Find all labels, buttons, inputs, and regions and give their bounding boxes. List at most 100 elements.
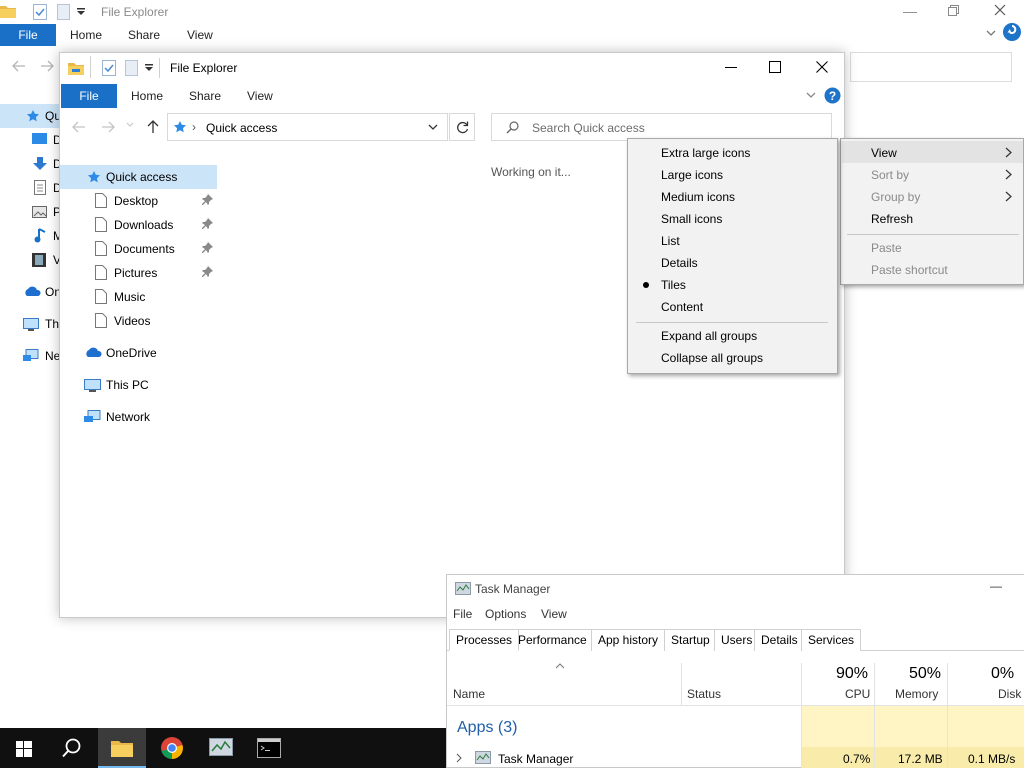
forward-arrow-icon[interactable] xyxy=(101,121,115,133)
menu-item-group-by[interactable]: Group by xyxy=(871,190,920,204)
minimize-icon[interactable] xyxy=(725,67,737,69)
nav-item-downloads[interactable]: Downloads xyxy=(60,213,217,237)
command-prompt-taskbar-button[interactable] xyxy=(245,728,293,768)
tab-performance[interactable]: Performance xyxy=(511,629,594,651)
forward-arrow-icon[interactable] xyxy=(40,60,54,72)
search-button[interactable] xyxy=(48,728,96,768)
share-tab[interactable]: Share xyxy=(189,85,221,107)
up-arrow-icon[interactable] xyxy=(147,120,159,134)
collapse-all-groups[interactable]: Collapse all groups xyxy=(661,351,763,365)
background-file-tab[interactable]: File xyxy=(0,24,56,46)
nav-this-pc[interactable]: This PC xyxy=(60,373,217,397)
refresh-button[interactable] xyxy=(449,113,475,141)
minimize-icon[interactable]: — xyxy=(990,579,1002,593)
minimize-icon[interactable]: — xyxy=(903,3,917,19)
file-explorer-taskbar-button[interactable] xyxy=(98,728,146,768)
nav-item-pictures[interactable]: Pictures xyxy=(60,261,217,285)
view-tab[interactable]: View xyxy=(247,85,273,107)
view-option-tiles[interactable]: Tiles xyxy=(661,278,686,292)
start-button[interactable] xyxy=(0,728,48,768)
menu-item-sort-by[interactable]: Sort by xyxy=(871,168,909,182)
tab-users[interactable]: Users xyxy=(714,629,760,651)
close-icon[interactable] xyxy=(994,4,1006,16)
background-home-tab[interactable]: Home xyxy=(70,24,102,46)
nav-item-videos[interactable]: Videos xyxy=(60,309,217,333)
background-search-box[interactable] xyxy=(850,52,1012,82)
nav-onedrive[interactable]: OneDrive xyxy=(60,341,217,365)
back-arrow-icon[interactable] xyxy=(72,121,86,133)
background-nav-item[interactable]: P xyxy=(0,200,61,224)
menu-item-paste[interactable]: Paste xyxy=(871,241,902,255)
background-nav-item[interactable]: D xyxy=(0,152,62,176)
close-icon[interactable] xyxy=(816,61,828,73)
help-icon[interactable] xyxy=(1002,22,1022,42)
menu-item-view[interactable]: View xyxy=(871,146,897,160)
nav-network[interactable]: Network xyxy=(60,405,217,429)
properties-icon[interactable] xyxy=(33,4,47,20)
home-tab[interactable]: Home xyxy=(131,85,163,107)
menu-view[interactable]: View xyxy=(541,607,567,621)
chrome-taskbar-button[interactable] xyxy=(148,728,196,768)
tab-app-history[interactable]: App history xyxy=(591,629,666,651)
quick-access-toolbar-dropdown-icon[interactable] xyxy=(144,63,154,73)
nav-item-music[interactable]: Music xyxy=(60,285,217,309)
background-view-tab[interactable]: View xyxy=(187,24,213,46)
view-option-small-icons[interactable]: Small icons xyxy=(661,212,722,226)
new-folder-icon[interactable] xyxy=(57,4,70,20)
view-option-medium-icons[interactable]: Medium icons xyxy=(661,190,735,204)
background-nav-item[interactable]: On xyxy=(0,280,61,304)
menu-options[interactable]: Options xyxy=(485,607,526,621)
pin-icon[interactable] xyxy=(202,218,213,229)
pin-icon[interactable] xyxy=(202,266,213,277)
expand-all-groups[interactable]: Expand all groups xyxy=(661,329,757,343)
background-nav-quick-access[interactable]: Qu xyxy=(0,104,61,128)
tab-details[interactable]: Details xyxy=(754,629,805,651)
recent-locations-icon[interactable] xyxy=(126,122,134,128)
column-name[interactable]: Name xyxy=(453,687,485,701)
background-nav-item[interactable]: M xyxy=(0,224,63,248)
background-nav-item[interactable]: V xyxy=(0,248,61,272)
tab-processes[interactable]: Processes xyxy=(449,629,520,651)
tab-services[interactable]: Services xyxy=(801,629,862,651)
view-option-extra-large-icons[interactable]: Extra large icons xyxy=(661,146,750,160)
nav-item-documents[interactable]: Documents xyxy=(60,237,217,261)
column-memory[interactable]: Memory xyxy=(895,687,938,701)
background-nav-item[interactable]: D xyxy=(0,128,62,152)
background-nav-item[interactable]: Th xyxy=(0,312,60,336)
quick-access-toolbar-dropdown-icon[interactable] xyxy=(76,7,86,17)
pin-icon[interactable] xyxy=(202,242,213,253)
column-cpu[interactable]: CPU xyxy=(845,687,870,701)
menu-item-refresh[interactable]: Refresh xyxy=(871,212,913,226)
view-option-list[interactable]: List xyxy=(661,234,680,248)
expand-ribbon-icon[interactable] xyxy=(986,30,996,38)
help-icon[interactable]: ? xyxy=(824,87,841,104)
task-manager-taskbar-button[interactable] xyxy=(197,728,245,768)
pin-icon[interactable] xyxy=(202,194,213,205)
properties-icon[interactable] xyxy=(102,60,116,76)
background-nav-item[interactable]: D xyxy=(0,176,62,200)
expand-row-icon[interactable] xyxy=(456,753,462,763)
back-arrow-icon[interactable] xyxy=(12,60,26,72)
maximize-icon[interactable] xyxy=(769,61,781,73)
nav-quick-access[interactable]: Quick access xyxy=(60,165,217,189)
address-box[interactable]: › Quick access xyxy=(167,113,448,141)
menu-item-paste-shortcut[interactable]: Paste shortcut xyxy=(871,263,948,277)
background-share-tab[interactable]: Share xyxy=(128,24,160,46)
new-folder-icon[interactable] xyxy=(125,60,138,76)
tab-startup[interactable]: Startup xyxy=(664,629,717,651)
nav-item-desktop[interactable]: Desktop xyxy=(60,189,217,213)
address-dropdown-icon[interactable] xyxy=(428,124,438,131)
menu-file[interactable]: File xyxy=(453,607,472,621)
column-disk[interactable]: Disk xyxy=(998,687,1021,701)
restore-icon[interactable] xyxy=(948,5,959,16)
search-box[interactable]: Search Quick access xyxy=(491,113,832,141)
expand-ribbon-icon[interactable] xyxy=(806,92,816,100)
sort-up-icon[interactable] xyxy=(555,663,565,669)
file-tab[interactable]: File xyxy=(61,84,117,108)
view-option-content[interactable]: Content xyxy=(661,300,703,314)
background-nav-item[interactable]: Ne xyxy=(0,344,60,368)
table-row[interactable]: Task Manager 0.7% 17.2 MB 0.1 MB/s xyxy=(447,747,1024,768)
view-option-large-icons[interactable]: Large icons xyxy=(661,168,723,182)
column-status[interactable]: Status xyxy=(687,687,721,701)
view-option-details[interactable]: Details xyxy=(661,256,698,270)
